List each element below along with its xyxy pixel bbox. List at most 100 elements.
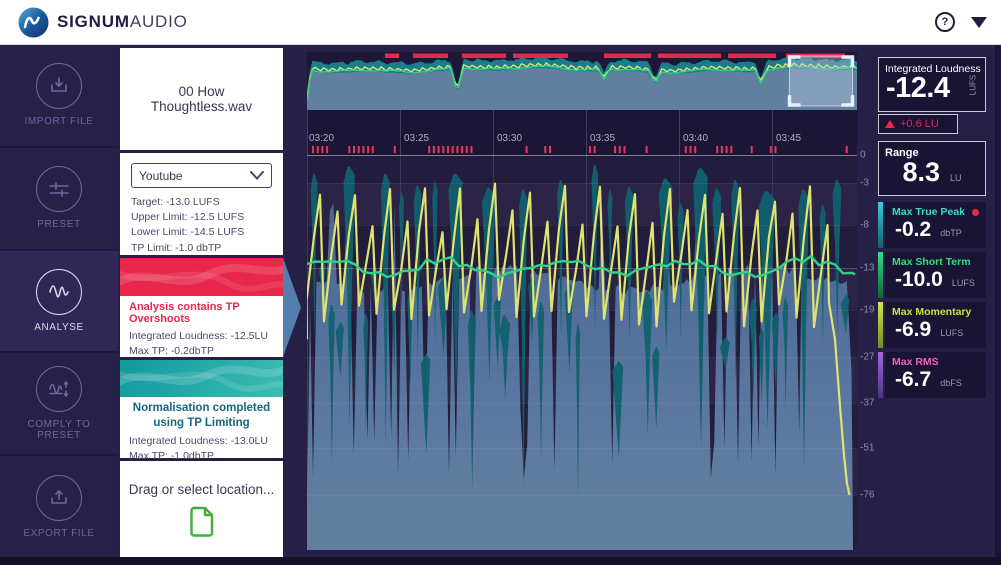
brand-name: SIGNUMAUDIO xyxy=(57,12,188,32)
y-axis-label: -19 xyxy=(860,305,874,316)
integrated-loudness-box: Integrated Loudness -12.4 LUFS xyxy=(878,57,986,112)
clip-indicator-dot xyxy=(972,209,979,216)
wave-pattern-decoration xyxy=(120,258,283,296)
max-momentary-unit: LUFS xyxy=(940,328,963,338)
y-axis-label: -3 xyxy=(860,178,869,189)
max-short-term-label: Max Short Term xyxy=(892,256,971,268)
max-short-term-value: -10.0 xyxy=(895,268,943,292)
timeline-label: 03:45 xyxy=(776,133,801,144)
timeline-ruler: 03:20 03:25 03:30 03:35 03:40 03:45 xyxy=(307,110,857,155)
file-name: 00 How Thoughtless.wav xyxy=(130,84,273,114)
sidebar-item-analyse[interactable]: ANALYSE xyxy=(0,251,118,354)
preset-select[interactable]: Youtube xyxy=(131,163,272,188)
brand-light: AUDIO xyxy=(130,12,188,31)
sidebar-item-comply-to-preset[interactable]: COMPLY TO PRESET xyxy=(0,353,118,456)
y-axis-label: -51 xyxy=(860,443,874,454)
sidebar-item-label: EXPORT FILE xyxy=(17,528,100,539)
integrated-loudness-unit: LUFS xyxy=(968,74,977,94)
comply-result-card: Normalisation completed using TP Limitin… xyxy=(120,360,283,458)
preset-selected-value: Youtube xyxy=(139,169,183,183)
bottom-bar xyxy=(0,557,1001,565)
y-axis-label: -37 xyxy=(860,398,874,409)
chevron-down-icon xyxy=(250,171,264,180)
loudness-delta-value: +0.6 LU xyxy=(900,118,939,130)
range-unit: LU xyxy=(950,173,962,183)
analyse-icon xyxy=(36,269,82,315)
wave-pattern-decoration xyxy=(120,360,283,397)
file-icon xyxy=(189,506,215,537)
max-true-peak-value: -0.2 xyxy=(895,218,931,242)
active-card-arrow xyxy=(283,258,301,357)
max-momentary-meter: Max Momentary -6.9 LUFS xyxy=(878,302,986,348)
meter-color-bar xyxy=(878,252,883,298)
analyse-integrated-loudness: Integrated Loudness: -12.5LU xyxy=(129,329,274,344)
comply-integrated-loudness: Integrated Loudness: -13.0LU xyxy=(129,434,274,449)
timeline-label: 03:20 xyxy=(309,133,334,144)
max-true-peak-meter: Max True Peak -0.2 dbTP xyxy=(878,202,986,248)
preset-card: Youtube Target: -13.0 LUFS Upper Limit: … xyxy=(120,153,283,255)
preset-lower-limit: Lower Limit: -14.5 LUFS xyxy=(131,225,272,240)
meter-color-bar xyxy=(878,202,883,248)
import-file-icon xyxy=(36,63,82,109)
max-momentary-label: Max Momentary xyxy=(892,306,971,318)
preset-target: Target: -13.0 LUFS xyxy=(131,195,272,210)
export-hint-text: Drag or select location... xyxy=(129,482,275,497)
export-file-icon xyxy=(36,475,82,521)
comply-status-line2: using TP Limiting xyxy=(128,416,275,431)
meter-color-bar xyxy=(878,302,883,348)
sidebar-item-label: PRESET xyxy=(31,219,87,230)
sidebar-item-label: ANALYSE xyxy=(28,322,90,333)
overview-strip[interactable] xyxy=(307,52,857,110)
y-axis-label: -8 xyxy=(860,220,869,231)
timeline-label: 03:30 xyxy=(497,133,522,144)
y-axis-label: 0 xyxy=(860,150,866,161)
sidebar-item-import-file[interactable]: IMPORT FILE xyxy=(0,45,118,148)
timeline-label: 03:40 xyxy=(683,133,708,144)
timeline-label: 03:25 xyxy=(404,133,429,144)
comply-status-line1: Normalisation completed xyxy=(128,401,275,416)
analyse-status-text: Analysis contains TP Overshoots xyxy=(129,301,274,325)
max-rms-unit: dbFS xyxy=(940,378,962,388)
loudness-delta-box: +0.6 LU xyxy=(878,114,958,134)
max-short-term-meter: Max Short Term -10.0 LUFS xyxy=(878,252,986,298)
export-drop-zone[interactable]: Drag or select location... xyxy=(120,461,283,557)
sidebar: IMPORT FILE PRESET ANALYSE COMPLY TO PRE… xyxy=(0,45,118,557)
preset-tp-limit: TP Limit: -1.0 dbTP xyxy=(131,241,272,256)
timeline-label: 03:35 xyxy=(590,133,615,144)
max-momentary-value: -6.9 xyxy=(895,318,931,342)
brand-bold: SIGNUM xyxy=(57,12,130,31)
max-rms-value: -6.7 xyxy=(895,368,931,392)
help-icon[interactable]: ? xyxy=(935,12,955,32)
range-value: 8.3 xyxy=(902,157,940,188)
range-box: Range 8.3 LU xyxy=(878,141,986,196)
analyse-result-card: Analysis contains TP Overshoots Integrat… xyxy=(120,258,283,357)
analyse-card-header xyxy=(120,258,283,296)
tp-overshoot-markers xyxy=(307,145,857,155)
selection-window[interactable] xyxy=(790,56,853,106)
top-bar: SIGNUMAUDIO ? xyxy=(0,0,1001,45)
y-axis-label: -76 xyxy=(860,490,874,501)
max-rms-label: Max RMS xyxy=(892,356,939,368)
loaded-file-card: 00 How Thoughtless.wav xyxy=(120,48,283,150)
increase-arrow-icon xyxy=(885,120,895,128)
max-short-term-unit: LUFS xyxy=(952,278,975,288)
menu-dropdown-icon[interactable] xyxy=(971,17,987,28)
app-window: SIGNUMAUDIO ? IMPORT FILE PRESET ANALYSE xyxy=(0,0,1001,565)
panel-right-edge xyxy=(995,45,1001,557)
y-axis-label: -13 xyxy=(860,263,874,274)
sidebar-item-label: COMPLY TO PRESET xyxy=(0,419,118,441)
preset-icon xyxy=(36,166,82,212)
loudness-timeline-plot xyxy=(307,155,857,550)
sidebar-item-label: IMPORT FILE xyxy=(18,116,99,127)
brand-logo-icon xyxy=(18,7,49,38)
y-axis-label: -27 xyxy=(860,352,874,363)
analyse-max-tp: Max TP: -0.2dbTP xyxy=(129,344,274,359)
max-rms-meter: Max RMS -6.7 dbFS xyxy=(878,352,986,398)
max-true-peak-label: Max True Peak xyxy=(892,206,965,218)
sidebar-item-preset[interactable]: PRESET xyxy=(0,148,118,251)
sidebar-item-export-file[interactable]: EXPORT FILE xyxy=(0,456,118,557)
comply-card-header xyxy=(120,360,283,397)
preset-upper-limit: Upper Limit: -12.5 LUFS xyxy=(131,210,272,225)
comply-to-preset-icon xyxy=(36,366,82,412)
meter-color-bar xyxy=(878,352,883,398)
